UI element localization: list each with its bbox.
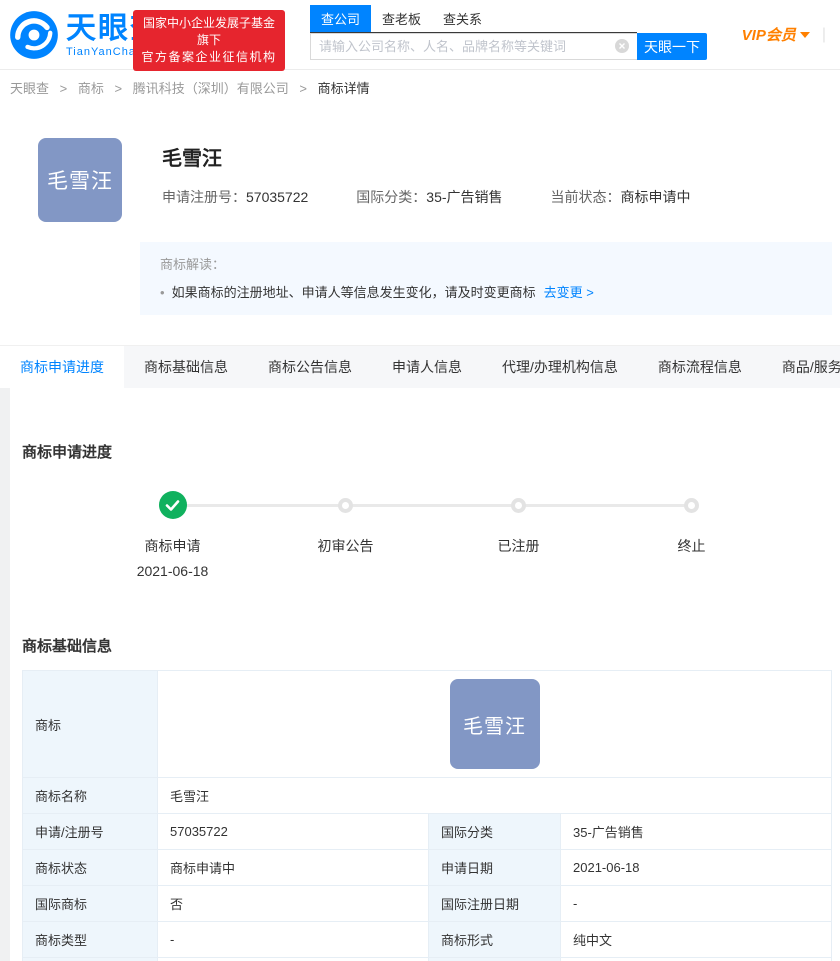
go-change-link[interactable]: 去变更 > [544,285,594,300]
check-circle-icon [159,491,187,519]
trademark-title: 毛雪汪 [162,142,739,171]
table-row: 优先权日期? - 后期指定日期? - [23,958,832,961]
top-bar: 天眼查 TianYanCha.com 国家中小企业发展子基金旗下 官方备案企业征… [0,0,840,70]
tianyancha-logo-icon [8,9,60,61]
bullet-icon: • [160,285,165,300]
vip-member-link[interactable]: VIP会员 [742,24,796,45]
breadcrumb-home[interactable]: 天眼查 [10,81,49,96]
breadcrumb-separator: > [299,81,307,96]
field-international-class: 国际分类：35-广告销售 [356,187,502,207]
breadcrumb-separator: > [60,81,68,96]
clear-icon[interactable] [615,39,629,53]
table-row: 商标状态 商标申请中 申请日期 2021-06-18 [23,850,832,886]
pending-circle-icon [684,498,699,513]
gov-certification-badge: 国家中小企业发展子基金旗下 官方备案企业征信机构 [133,10,285,71]
search-area: 查公司 查老板 查关系 天眼一下 [310,5,707,60]
search-tabs: 查公司 查老板 查关系 [310,5,637,33]
step-date: 2021-06-18 [86,563,259,579]
step-terminated: 终止 [605,491,778,579]
tab-announcement-info[interactable]: 商标公告信息 [248,346,372,388]
header-divider: | [822,26,826,44]
section-tab-bar: 商标申请进度 商标基础信息 商标公告信息 申请人信息 代理/办理机构信息 商标流… [0,345,840,388]
field-registration-number: 申请注册号：57035722 [162,187,308,207]
breadcrumb-trademark[interactable]: 商标 [78,81,104,96]
breadcrumb-current: 商标详情 [318,81,370,96]
progress-heading: 商标申请进度 [22,388,840,462]
trademark-table-image: 毛雪汪 [450,679,540,769]
badge-line2: 官方备案企业征信机构 [141,49,277,66]
field-current-status: 当前状态：商标申请中 [551,187,691,207]
step-preliminary-announcement: 初审公告 [259,491,432,579]
chevron-down-icon [800,32,810,38]
basic-info-table: 商标 毛雪汪 商标名称 毛雪汪 申请/注册号 57035722 国际分类 35-… [22,670,832,961]
search-tab-relation[interactable]: 查关系 [432,5,493,32]
search-button[interactable]: 天眼一下 [637,33,707,60]
tab-application-progress[interactable]: 商标申请进度 [0,346,124,388]
step-application: 商标申请 2021-06-18 [86,491,259,579]
trademark-interpretation-box: 商标解读： • 如果商标的注册地址、申请人等信息发生变化，请及时变更商标去变更 > [140,242,832,315]
table-row: 商标类型 - 商标形式 纯中文 [23,922,832,958]
tab-agency-info[interactable]: 代理/办理机构信息 [482,346,638,388]
breadcrumb-company[interactable]: 腾讯科技（深圳）有限公司 [133,81,289,96]
breadcrumb: 天眼查 > 商标 > 腾讯科技（深圳）有限公司 > 商标详情 [0,70,840,107]
table-row: 国际商标 否 国际注册日期 - [23,886,832,922]
row-value: 毛雪汪 [158,778,832,814]
progress-stepper: 商标申请 2021-06-18 初审公告 已注册 终止 [22,491,840,591]
step-registered: 已注册 [432,491,605,579]
table-row-trademark-image: 商标 毛雪汪 [23,671,832,778]
trademark-header-card: 毛雪汪 毛雪汪 申请注册号：57035722 国际分类：35-广告销售 当前状态… [0,107,840,345]
tab-goods-services[interactable]: 商品/服务项目 [762,346,840,388]
table-row-name: 商标名称 毛雪汪 [23,778,832,814]
tab-process-info[interactable]: 商标流程信息 [638,346,762,388]
badge-line1: 国家中小企业发展子基金旗下 [141,15,277,49]
breadcrumb-separator: > [115,81,123,96]
search-tab-boss[interactable]: 查老板 [371,5,432,32]
tab-applicant-info[interactable]: 申请人信息 [372,346,482,388]
row-label: 商标 [23,671,158,778]
basic-info-heading: 商标基础信息 [22,635,840,656]
tab-basic-info[interactable]: 商标基础信息 [124,346,248,388]
interpretation-title: 商标解读： [160,254,812,273]
table-row: 申请/注册号 57035722 国际分类 35-广告销售 [23,814,832,850]
pending-circle-icon [511,498,526,513]
interpretation-text: 如果商标的注册地址、申请人等信息发生变化，请及时变更商标 [172,285,536,300]
search-tab-company[interactable]: 查公司 [310,5,371,32]
pending-circle-icon [338,498,353,513]
row-label: 商标名称 [23,778,158,814]
trademark-logo-image: 毛雪汪 [38,138,122,222]
search-input[interactable] [310,33,637,60]
main-content: 商标申请进度 商标申请 2021-06-18 初审公告 已注册 [10,388,840,961]
